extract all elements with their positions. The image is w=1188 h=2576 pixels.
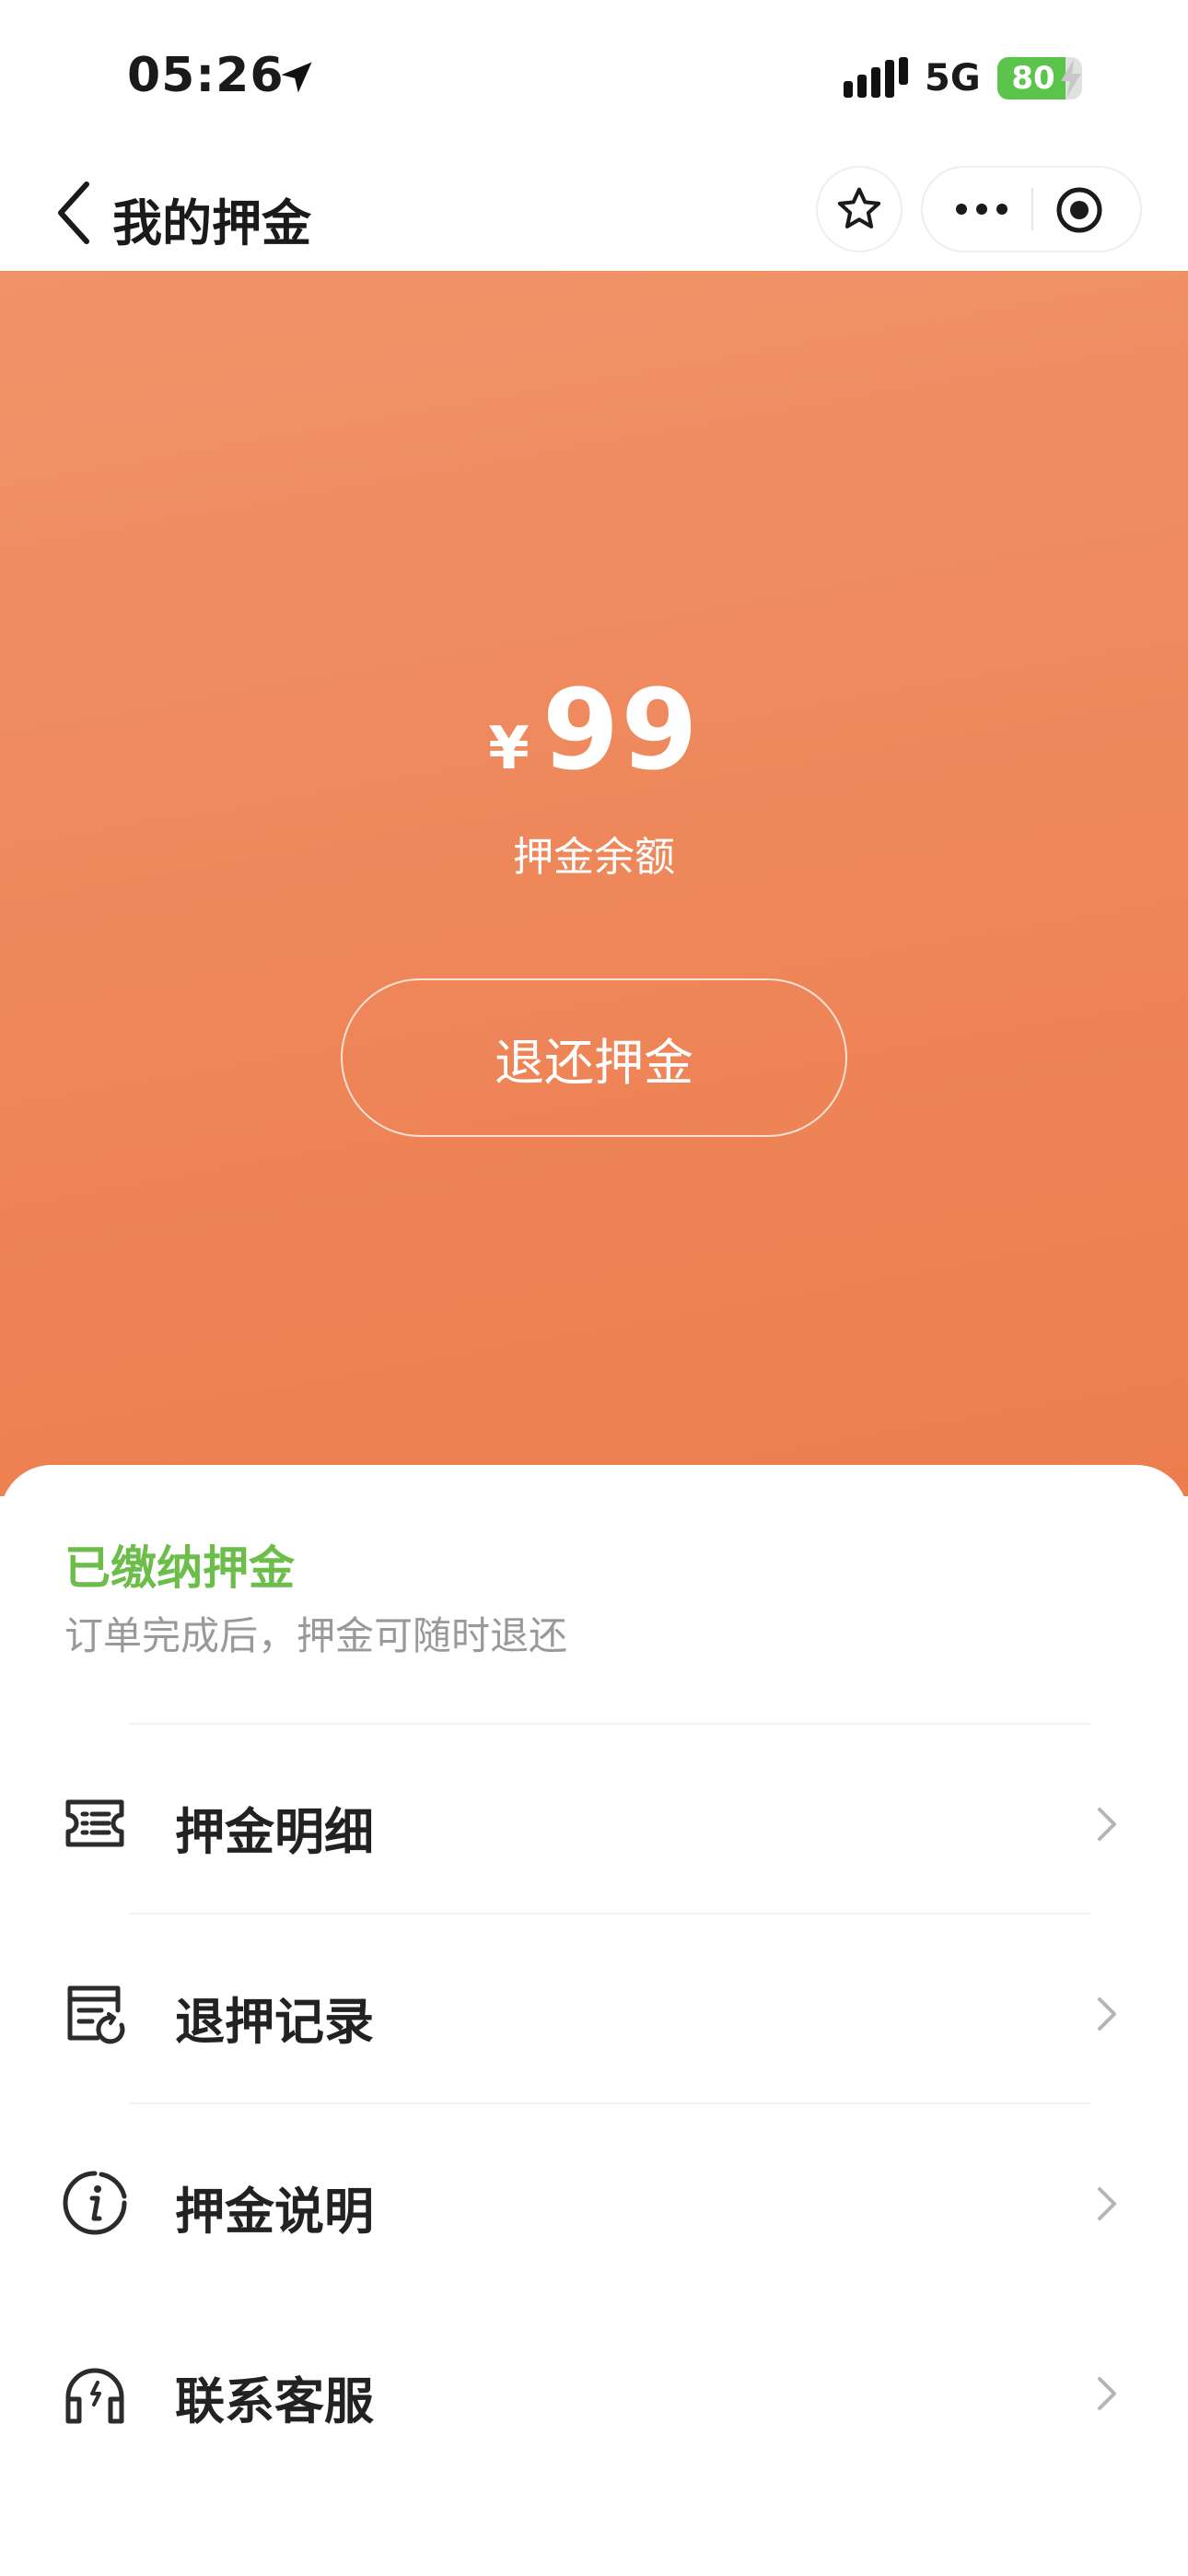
- signal-icon: [844, 57, 908, 98]
- refund-deposit-button[interactable]: 退还押金: [341, 978, 847, 1137]
- chevron-right-icon: [1098, 2377, 1116, 2410]
- deposit-sheet: 已缴纳押金 订单完成后，押金可随时退还 押金明细 退押记录 押金说明 联系客服: [0, 1465, 1188, 2576]
- more-dots-icon[interactable]: [954, 188, 1009, 230]
- deposit-status-title: 已缴纳押金: [64, 1541, 295, 1595]
- currency-symbol: ¥: [488, 715, 530, 783]
- menu-item-label: 联系客服: [175, 2372, 374, 2430]
- amount-label: 押金余额: [513, 834, 675, 881]
- nav-bar: 我的押金: [0, 157, 1188, 271]
- target-icon[interactable]: [1055, 186, 1103, 234]
- menu-item-deposit-info[interactable]: 押金说明: [0, 2104, 1188, 2294]
- menu-item-label: 退押记录: [175, 1993, 374, 2051]
- menu-item-deposit-details[interactable]: 押金明细: [0, 1725, 1188, 1914]
- menu-item-contact-support[interactable]: 联系客服: [0, 2294, 1188, 2484]
- info-icon: [63, 2171, 127, 2235]
- charging-bolt-icon: [1061, 59, 1081, 98]
- favorite-button[interactable]: [818, 168, 901, 251]
- mini-program-capsule: [923, 168, 1140, 251]
- ticket-list-icon: [65, 1799, 124, 1847]
- amount-value: 99: [542, 667, 700, 795]
- chevron-right-icon: [1098, 2187, 1116, 2220]
- menu-item-label: 押金说明: [175, 2183, 374, 2241]
- back-chevron-icon[interactable]: [52, 179, 98, 247]
- page-title: 我的押金: [112, 194, 311, 252]
- status-bar: 05:26 5G 80: [0, 0, 1188, 157]
- chevron-right-icon: [1098, 1997, 1116, 2031]
- capsule-divider: [1031, 188, 1033, 230]
- deposit-amount: ¥99: [0, 667, 1188, 795]
- star-icon: [837, 187, 881, 228]
- status-time: 05:26: [127, 48, 285, 103]
- chevron-right-icon: [1098, 1808, 1116, 1841]
- location-arrow-icon: [281, 62, 312, 93]
- menu-item-refund-records[interactable]: 退押记录: [0, 1914, 1188, 2104]
- menu-item-label: 押金明细: [175, 1803, 374, 1861]
- deposit-status-desc: 订单完成后，押金可随时退还: [64, 1613, 568, 1658]
- headset-icon: [65, 2368, 124, 2424]
- deposit-hero: ¥99 押金余额 退还押金: [0, 271, 1188, 1496]
- refund-record-icon: [67, 1985, 125, 2044]
- network-type: 5G: [925, 57, 981, 100]
